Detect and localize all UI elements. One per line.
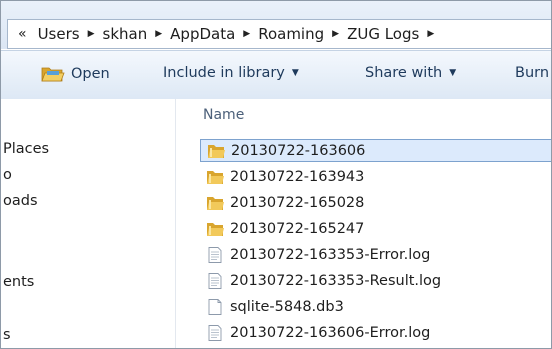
chevron-right-icon[interactable]: ▶: [152, 29, 165, 39]
burn-button[interactable]: Burn: [515, 65, 549, 81]
nav-item-partial-1[interactable]: o: [3, 167, 12, 183]
file-row[interactable]: 20130722-163353-Error.log: [200, 243, 551, 266]
open-label: Open: [71, 66, 110, 82]
address-bar: « Users ▶ skhan ▶ AppData ▶ Roaming ▶ ZU…: [1, 1, 551, 49]
file-name: 20130722-163353-Error.log: [230, 246, 431, 263]
dropdown-arrow-icon: ▼: [449, 68, 457, 78]
file-name: 20130722-165028: [230, 194, 365, 211]
file-row[interactable]: 20130722-165028: [200, 191, 551, 214]
burn-label: Burn: [515, 65, 550, 81]
navigation-pane: Places o oads ents s: [1, 99, 176, 348]
folder-icon: [206, 221, 224, 237]
text-file-icon: [206, 246, 224, 263]
file-row[interactable]: 20130722-163606-Error.log: [200, 321, 551, 344]
share-with-button[interactable]: Share with ▼: [365, 65, 456, 81]
open-button[interactable]: Open: [41, 65, 110, 83]
breadcrumb-item-zug-logs[interactable]: ZUG Logs: [342, 25, 424, 43]
breadcrumb[interactable]: « Users ▶ skhan ▶ AppData ▶ Roaming ▶ ZU…: [7, 19, 551, 49]
file-row[interactable]: sqlite-5848.db3: [200, 295, 551, 318]
nav-item-partial-2[interactable]: s: [3, 327, 11, 343]
folder-icon: [206, 195, 224, 211]
file-name: 20130722-163606: [231, 142, 366, 159]
breadcrumb-overflow-icon[interactable]: «: [8, 26, 33, 42]
breadcrumb-item-roaming[interactable]: Roaming: [253, 25, 329, 43]
file-row[interactable]: 20130722-165247: [200, 217, 551, 240]
file-row[interactable]: 20130722-163353-Result.log: [200, 269, 551, 292]
file-name: 20130722-163943: [230, 168, 365, 185]
chevron-right-icon[interactable]: ▶: [240, 29, 253, 39]
breadcrumb-item-users[interactable]: Users: [33, 25, 85, 43]
text-file-icon: [206, 324, 224, 341]
file-name: 20130722-165247: [230, 220, 365, 237]
command-bar: Open Include in library ▼ Share with ▼ B…: [1, 50, 551, 100]
chevron-right-icon[interactable]: ▶: [85, 29, 98, 39]
nav-item-downloads[interactable]: oads: [3, 193, 38, 209]
file-name: sqlite-5848.db3: [230, 298, 344, 315]
explorer-window: « Users ▶ skhan ▶ AppData ▶ Roaming ▶ ZU…: [0, 0, 552, 349]
nav-item-places[interactable]: Places: [3, 141, 49, 157]
file-name: 20130722-163353-Result.log: [230, 272, 442, 289]
folder-icon: [206, 169, 224, 185]
file-row[interactable]: 20130722-163606: [200, 139, 551, 162]
open-folder-icon: [41, 67, 65, 82]
breadcrumb-item-appdata[interactable]: AppData: [165, 25, 240, 43]
include-in-library-button[interactable]: Include in library ▼: [163, 65, 299, 81]
share-with-label: Share with: [365, 65, 443, 81]
nav-item-documents[interactable]: ents: [3, 274, 34, 290]
chevron-right-icon[interactable]: ▶: [424, 29, 437, 39]
text-file-icon: [206, 272, 224, 289]
dropdown-arrow-icon: ▼: [291, 68, 299, 78]
breadcrumb-item-skhan[interactable]: skhan: [98, 25, 153, 43]
chevron-right-icon[interactable]: ▶: [329, 29, 342, 39]
column-header-name[interactable]: Name: [203, 107, 244, 123]
folder-icon: [207, 143, 225, 159]
file-list: Name 20130722-163606 20130722-163943 20130…: [176, 99, 551, 348]
file-name: 20130722-163606-Error.log: [230, 324, 431, 341]
include-in-library-label: Include in library: [163, 65, 285, 81]
file-row[interactable]: 20130722-163943: [200, 165, 551, 188]
file-icon: [206, 298, 224, 315]
